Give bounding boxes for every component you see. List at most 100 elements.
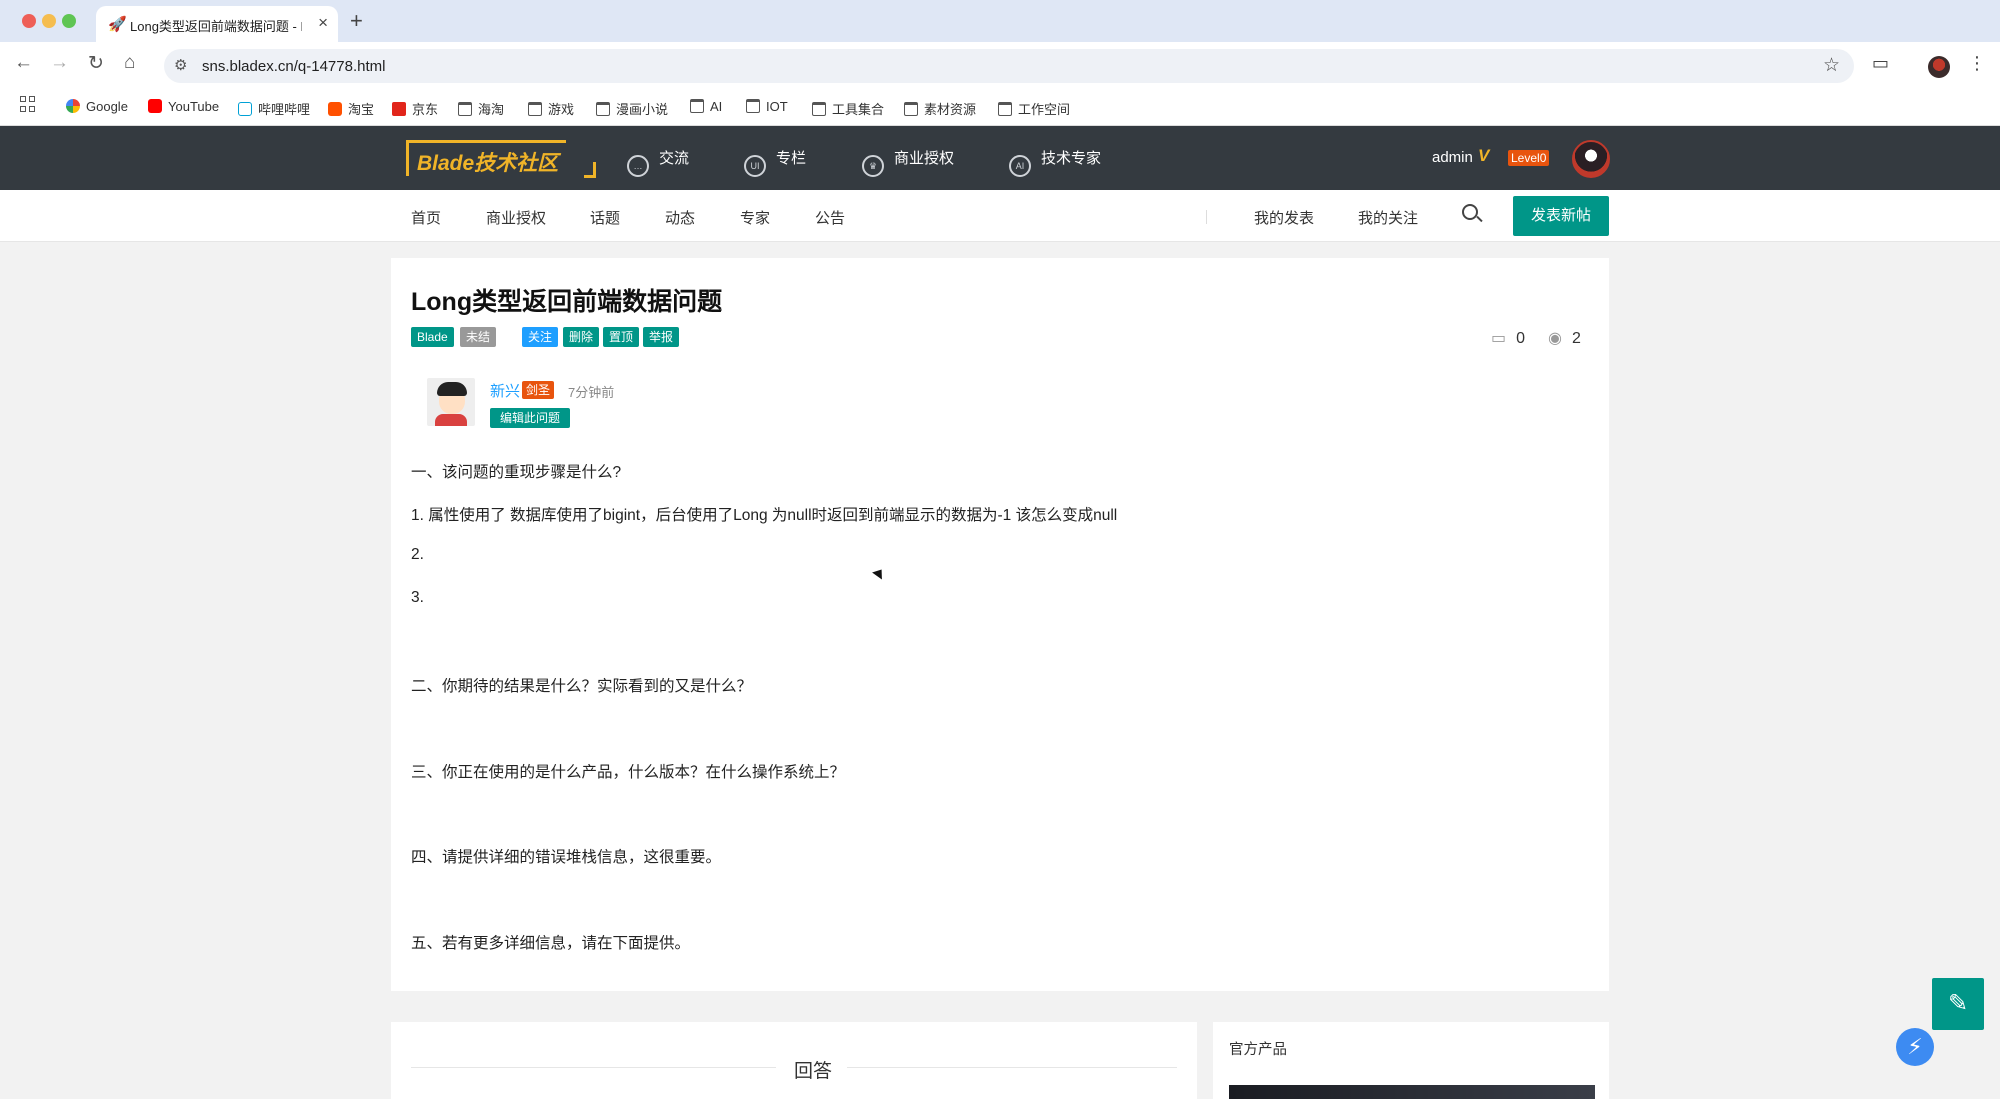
bookmark-folder-ai[interactable]: AI xyxy=(690,99,722,114)
pin-button[interactable]: 置顶 xyxy=(603,327,640,347)
question-card: Long类型返回前端数据问题 Blade 未结 关注 删除 置顶 举报 ▭ 0 ◉… xyxy=(391,258,1609,991)
search-icon[interactable] xyxy=(1462,204,1483,224)
bookmark-folder-games[interactable]: 游戏 xyxy=(528,99,574,118)
bookmark-folder-comics[interactable]: 漫画小说 xyxy=(596,99,668,118)
tab-title: Long类型返回前端数据问题 - Bl xyxy=(130,19,302,34)
folder-icon xyxy=(458,102,472,116)
topnav-columns[interactable]: UI 专栏 xyxy=(744,147,806,177)
bookmark-label: 工作空间 xyxy=(1018,102,1071,117)
body-paragraph: 一、该问题的重现步骤是什么? xyxy=(411,464,622,481)
bookmark-folder-iot[interactable]: IOT xyxy=(746,99,788,114)
taobao-icon xyxy=(328,102,342,116)
bookmarks-bar: Google YouTube 哔哩哔哩 淘宝 京东 海淘 游戏 漫画小说 AI … xyxy=(0,90,2000,126)
topnav-label: 技术专家 xyxy=(1041,150,1102,167)
close-icon[interactable]: × xyxy=(318,13,328,33)
my-posts-link[interactable]: 我的发表 xyxy=(1254,207,1314,228)
bookmark-label: AI xyxy=(710,99,723,114)
author-name[interactable]: 新兴 xyxy=(490,380,520,401)
apps-grid-icon[interactable] xyxy=(20,96,36,112)
new-tab-button[interactable]: + xyxy=(350,8,363,34)
answers-title: 回答 xyxy=(794,1061,833,1082)
tab-search-icon[interactable]: ▭ xyxy=(1872,53,1889,74)
bookmark-label: IOT xyxy=(766,99,788,114)
bookmark-folder-workspace[interactable]: 工作空间 xyxy=(998,99,1070,118)
bookmark-label: Google xyxy=(86,99,128,114)
url-text[interactable]: sns.bladex.cn/q-14778.html xyxy=(202,58,385,75)
browser-tab-bar: 🚀 Long类型返回前端数据问题 - Bl × + xyxy=(0,0,2000,42)
topnav-experts[interactable]: AI 技术专家 xyxy=(1009,147,1101,177)
topnav-exchange[interactable]: … 交流 xyxy=(627,147,689,177)
window-close-button[interactable] xyxy=(22,14,36,28)
bookmark-label: 淘宝 xyxy=(348,102,375,117)
post-time: 7分钟前 xyxy=(568,385,615,400)
folder-icon xyxy=(690,99,704,113)
folder-icon xyxy=(904,102,918,116)
menu-dots-icon[interactable]: ⋮ xyxy=(1968,53,1986,74)
author-avatar[interactable] xyxy=(427,378,475,426)
subnav-activity[interactable]: 动态 xyxy=(665,207,695,228)
window-minimize-button[interactable] xyxy=(42,14,56,28)
bookmark-folder-tools[interactable]: 工具集合 xyxy=(812,99,884,118)
subnav-experts[interactable]: 专家 xyxy=(740,207,770,228)
vip-badge: V xyxy=(1478,146,1490,165)
status-badge: 未结 xyxy=(460,327,497,347)
browser-tab-active[interactable]: 🚀 Long类型返回前端数据问题 - Bl × xyxy=(96,6,338,42)
comment-count: ▭ 0 xyxy=(1491,328,1525,348)
folder-icon xyxy=(596,102,610,116)
edit-question-button[interactable]: 编辑此问题 xyxy=(490,408,571,428)
bookmark-star-icon[interactable]: ☆ xyxy=(1823,54,1840,77)
lightning-icon[interactable]: ⚡ xyxy=(1896,1028,1934,1066)
subnav-announcements[interactable]: 公告 xyxy=(815,207,845,228)
forward-icon[interactable]: → xyxy=(50,52,69,74)
folder-icon xyxy=(812,102,826,116)
user-avatar[interactable] xyxy=(1572,140,1610,178)
topnav-license[interactable]: ♛ 商业授权 xyxy=(862,147,954,177)
body-paragraph: 1. 属性使用了 数据库使用了bigint，后台使用了Long 为null时返回… xyxy=(411,507,1118,524)
product-image[interactable] xyxy=(1229,1085,1595,1099)
body-paragraph: 四、请提供详细的错误堆栈信息，这很重要。 xyxy=(411,849,722,866)
my-follows-link[interactable]: 我的关注 xyxy=(1358,207,1418,228)
bookmark-label: 素材资源 xyxy=(924,102,977,117)
bookmark-jd[interactable]: 京东 xyxy=(392,99,438,118)
divider xyxy=(411,1067,776,1068)
bookmark-label: 漫画小说 xyxy=(616,102,669,117)
site-logo[interactable]: Blade技术社区 xyxy=(406,140,567,176)
subnav-license[interactable]: 商业授权 xyxy=(486,207,546,228)
floating-edit-button[interactable]: ✎ xyxy=(1932,978,1984,1030)
google-icon xyxy=(66,99,80,113)
profile-avatar[interactable] xyxy=(1928,56,1950,78)
bookmark-folder-haitao[interactable]: 海淘 xyxy=(458,99,504,118)
comment-icon: ▭ xyxy=(1491,330,1507,347)
eye-icon: ◉ xyxy=(1548,330,1562,347)
bookmark-label: 京东 xyxy=(412,102,439,117)
topnav-label: 专栏 xyxy=(776,150,807,167)
folder-icon xyxy=(528,102,542,116)
bookmark-google[interactable]: Google xyxy=(66,99,128,114)
body-paragraph: 2. xyxy=(411,546,424,563)
bookmark-label: 哔哩哔哩 xyxy=(258,102,311,117)
new-post-button[interactable]: 发表新帖 xyxy=(1513,196,1609,236)
level-badge: Level0 xyxy=(1508,150,1550,166)
home-icon[interactable]: ⌂ xyxy=(124,52,135,74)
folder-icon xyxy=(746,99,760,113)
address-bar[interactable]: ⚙ sns.bladex.cn/q-14778.html ☆ xyxy=(164,49,1854,83)
bookmark-youtube[interactable]: YouTube xyxy=(148,99,219,114)
back-icon[interactable]: ← xyxy=(14,52,33,74)
tag-blade[interactable]: Blade xyxy=(411,327,454,347)
bookmark-label: 海淘 xyxy=(478,102,505,117)
bookmark-taobao[interactable]: 淘宝 xyxy=(328,99,374,118)
site-settings-icon[interactable]: ⚙ xyxy=(174,56,187,74)
bookmark-bilibili[interactable]: 哔哩哔哩 xyxy=(238,99,310,118)
subnav-topics[interactable]: 话题 xyxy=(590,207,620,228)
window-maximize-button[interactable] xyxy=(62,14,76,28)
subnav-home[interactable]: 首页 xyxy=(411,207,441,228)
delete-button[interactable]: 删除 xyxy=(563,327,600,347)
body-paragraph: 五、若有更多详细信息，请在下面提供。 xyxy=(411,935,691,952)
bookmark-folder-assets[interactable]: 素材资源 xyxy=(904,99,976,118)
youtube-icon xyxy=(148,99,162,113)
view-count: ◉ 2 xyxy=(1548,328,1581,348)
reload-icon[interactable]: ↻ xyxy=(88,52,104,75)
follow-button[interactable]: 关注 xyxy=(522,327,559,347)
report-button[interactable]: 举报 xyxy=(643,327,680,347)
username[interactable]: admin xyxy=(1432,149,1473,166)
